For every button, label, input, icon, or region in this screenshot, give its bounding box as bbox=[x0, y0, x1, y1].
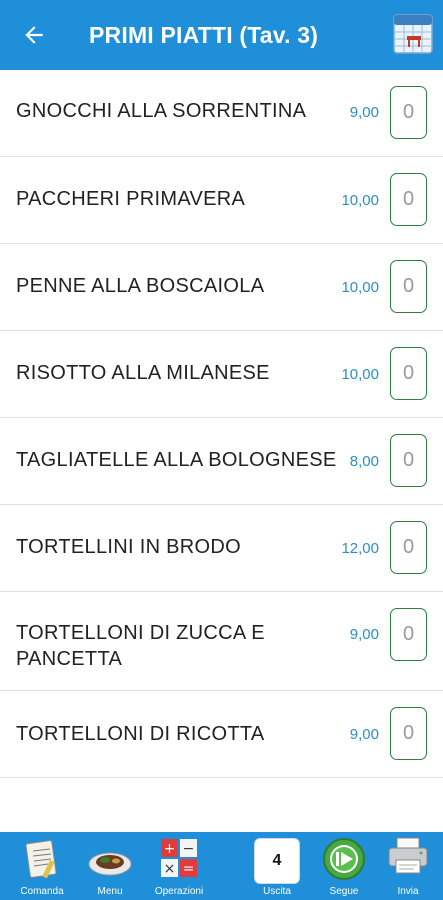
list-item[interactable]: TORTELLONI DI RICOTTA 9,00 0 bbox=[0, 691, 443, 778]
operazioni-button[interactable]: + − × = Operazioni bbox=[150, 832, 208, 900]
table-button[interactable] bbox=[393, 14, 433, 54]
plate-icon bbox=[88, 852, 132, 876]
quantity-input[interactable]: 0 bbox=[390, 86, 427, 139]
segue-button[interactable]: Segue bbox=[318, 832, 370, 900]
svg-text:+: + bbox=[164, 841, 176, 857]
dish-price: 12,00 bbox=[341, 540, 379, 557]
svg-text:×: × bbox=[164, 861, 176, 877]
list-item[interactable]: PENNE ALLA BOSCAIOLA 10,00 0 bbox=[0, 244, 443, 331]
quantity-input[interactable]: 0 bbox=[390, 608, 427, 661]
list-item[interactable]: PACCHERI PRIMAVERA 10,00 0 bbox=[0, 157, 443, 244]
menu-button[interactable]: Menu bbox=[84, 832, 136, 900]
dish-name: TORTELLONI DI ZUCCA E PANCETTA bbox=[16, 622, 265, 670]
segue-label: Segue bbox=[329, 886, 359, 897]
list-item[interactable]: TORTELLONI DI ZUCCA E PANCETTA 9,00 0 bbox=[0, 592, 443, 691]
quantity-input[interactable]: 0 bbox=[390, 347, 427, 400]
svg-text:=: = bbox=[183, 861, 195, 877]
dish-name: PACCHERI PRIMAVERA bbox=[16, 188, 246, 210]
comanda-button[interactable]: Comanda bbox=[14, 832, 70, 900]
dish-price: 10,00 bbox=[341, 279, 379, 296]
dish-name: GNOCCHI ALLA SORRENTINA bbox=[16, 100, 307, 122]
svg-text:−: − bbox=[183, 841, 195, 857]
dish-name: RISOTTO ALLA MILANESE bbox=[16, 362, 270, 384]
invia-button[interactable]: Invia bbox=[385, 832, 431, 900]
list-item[interactable]: RISOTTO ALLA MILANESE 10,00 0 bbox=[0, 331, 443, 418]
menu-label: Menu bbox=[97, 886, 123, 897]
dish-name: TAGLIATELLE ALLA BOLOGNESE bbox=[16, 449, 337, 471]
arrow-left-icon bbox=[25, 26, 43, 44]
list-item[interactable]: TAGLIATELLE ALLA BOLOGNESE 8,00 0 bbox=[0, 418, 443, 505]
quantity-input[interactable]: 0 bbox=[390, 521, 427, 574]
dish-name: TORTELLINI IN BRODO bbox=[16, 536, 242, 558]
dish-price: 10,00 bbox=[341, 366, 379, 383]
next-icon bbox=[323, 838, 365, 880]
dish-list: GNOCCHI ALLA SORRENTINA 9,00 0 PACCHERI … bbox=[0, 70, 443, 778]
list-item[interactable]: GNOCCHI ALLA SORRENTINA 9,00 0 bbox=[0, 70, 443, 157]
dish-price: 8,00 bbox=[349, 453, 379, 470]
dish-price: 9,00 bbox=[349, 626, 379, 643]
operazioni-label: Operazioni bbox=[154, 886, 204, 897]
page-title: PRIMI PIATTI (Tav. 3) bbox=[89, 22, 319, 48]
quantity-input[interactable]: 0 bbox=[390, 173, 427, 226]
dish-price: 10,00 bbox=[341, 192, 379, 209]
dish-name: TORTELLONI DI RICOTTA bbox=[16, 723, 265, 745]
quantity-input[interactable]: 0 bbox=[390, 260, 427, 313]
bottom-toolbar: Comanda Menu + − × = Operazioni Uscita S… bbox=[0, 832, 443, 900]
quantity-input[interactable]: 0 bbox=[390, 707, 427, 760]
list-item[interactable]: TORTELLINI IN BRODO 12,00 0 bbox=[0, 505, 443, 592]
dish-price: 9,00 bbox=[349, 726, 379, 743]
dish-name: PENNE ALLA BOSCAIOLA bbox=[16, 275, 265, 297]
uscita-label: Uscita bbox=[263, 886, 291, 897]
dish-price: 9,00 bbox=[349, 104, 379, 121]
app-header: PRIMI PIATTI (Tav. 3) bbox=[0, 0, 443, 70]
invia-label: Invia bbox=[397, 886, 419, 897]
back-button[interactable] bbox=[14, 16, 54, 54]
quantity-input[interactable]: 0 bbox=[390, 434, 427, 487]
calculator-icon: + − × = bbox=[161, 839, 197, 877]
notepad-icon bbox=[25, 840, 57, 879]
comanda-label: Comanda bbox=[20, 886, 64, 897]
table-icon bbox=[393, 14, 433, 54]
uscita-counter[interactable]: 4 bbox=[254, 838, 300, 884]
printer-icon bbox=[388, 837, 428, 874]
